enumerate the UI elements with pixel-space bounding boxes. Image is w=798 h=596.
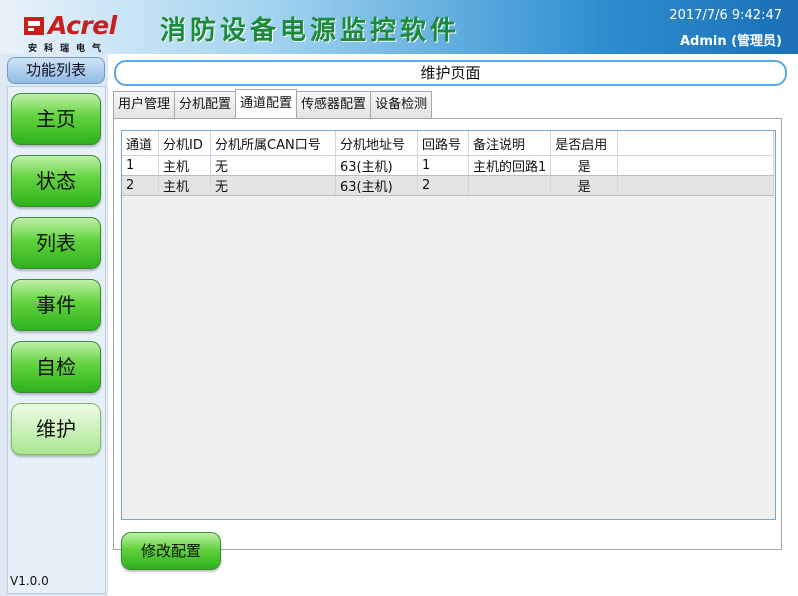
nav-maintenance-button[interactable]: 维护 <box>11 403 101 455</box>
app-title: 消防设备电源监控软件 <box>160 16 461 46</box>
table-cell: 1 <box>417 155 469 176</box>
nav-events-button[interactable]: 事件 <box>11 279 101 331</box>
nav-status-button[interactable]: 状态 <box>11 155 101 207</box>
table-cell: 63(主机) <box>335 175 418 196</box>
table-cell: 无 <box>210 155 336 176</box>
table-cell: 是 <box>550 155 619 176</box>
logo-mark-icon <box>24 17 44 35</box>
channel-table[interactable]: 通道 分机ID 分机所属CAN口号 分机地址号 回路号 备注说明 是否启用 1 … <box>121 130 776 520</box>
function-list-title: 功能列表 <box>7 57 105 84</box>
table-cell: 主机的回路1 <box>468 155 552 176</box>
tab-device-detection[interactable]: 设备检测 <box>370 91 433 118</box>
table-row[interactable]: 1 主机 无 63(主机) 1 主机的回路1 是 <box>122 155 775 176</box>
table-cell: 63(主机) <box>335 155 418 176</box>
table-cell: 2 <box>122 175 159 196</box>
table-cell: 2 <box>417 175 469 196</box>
nav-selftest-button[interactable]: 自检 <box>11 341 101 393</box>
channel-data-table: 通道 分机ID 分机所属CAN口号 分机地址号 回路号 备注说明 是否启用 1 … <box>122 131 775 196</box>
table-cell <box>468 175 552 196</box>
main-content: 维护页面 用户管理 分机配置 通道配置 传感器配置 设备检测 通道 分机ID 分… <box>108 54 798 596</box>
table-cell: 无 <box>210 175 336 196</box>
column-header[interactable]: 分机ID <box>158 131 211 156</box>
column-header[interactable]: 回路号 <box>417 131 469 156</box>
table-row[interactable]: 2 主机 无 63(主机) 2 是 <box>122 175 775 196</box>
table-cell-filler <box>617 175 775 196</box>
acrel-logo: Acrel 安科瑞电气 <box>8 5 136 54</box>
column-header[interactable]: 分机所属CAN口号 <box>210 131 336 156</box>
logo-brand: Acrel <box>48 11 117 40</box>
column-header[interactable]: 通道 <box>122 131 159 156</box>
table-header-row: 通道 分机ID 分机所属CAN口号 分机地址号 回路号 备注说明 是否启用 <box>122 131 775 156</box>
tab-bar: 用户管理 分机配置 通道配置 传感器配置 设备检测 <box>113 89 433 119</box>
modify-config-button[interactable]: 修改配置 <box>121 532 221 570</box>
logo-subtitle: 安科瑞电气 <box>28 44 109 54</box>
column-header-filler <box>617 131 775 156</box>
tab-extension-config[interactable]: 分机配置 <box>174 91 237 118</box>
table-cell: 主机 <box>158 175 211 196</box>
datetime: 2017/7/6 9:42:47 <box>669 8 782 23</box>
tab-user-management[interactable]: 用户管理 <box>113 91 176 118</box>
column-header[interactable]: 备注说明 <box>468 131 552 156</box>
table-cell-filler <box>617 155 775 176</box>
tab-sensor-config[interactable]: 传感器配置 <box>296 91 372 118</box>
sidebar: 功能列表 主页 状态 列表 事件 自检 维护 V1.0.0 <box>0 54 107 596</box>
table-cell: 是 <box>550 175 619 196</box>
nav-list-button[interactable]: 列表 <box>11 217 101 269</box>
channel-config-panel: 通道 分机ID 分机所属CAN口号 分机地址号 回路号 备注说明 是否启用 1 … <box>113 118 782 550</box>
version-label: V1.0.0 <box>10 574 49 588</box>
nav-home-button[interactable]: 主页 <box>11 93 101 145</box>
title-bar: Acrel 安科瑞电气 消防设备电源监控软件 2017/7/6 9:42:47 … <box>0 0 798 54</box>
page-title: 维护页面 <box>114 60 787 86</box>
table-cell: 1 <box>122 155 159 176</box>
tab-channel-config[interactable]: 通道配置 <box>235 89 298 118</box>
column-header[interactable]: 分机地址号 <box>335 131 418 156</box>
nav-panel: 主页 状态 列表 事件 自检 维护 <box>7 86 106 594</box>
table-cell: 主机 <box>158 155 211 176</box>
current-user: Admin (管理员) <box>679 34 782 49</box>
column-header[interactable]: 是否启用 <box>550 131 619 156</box>
